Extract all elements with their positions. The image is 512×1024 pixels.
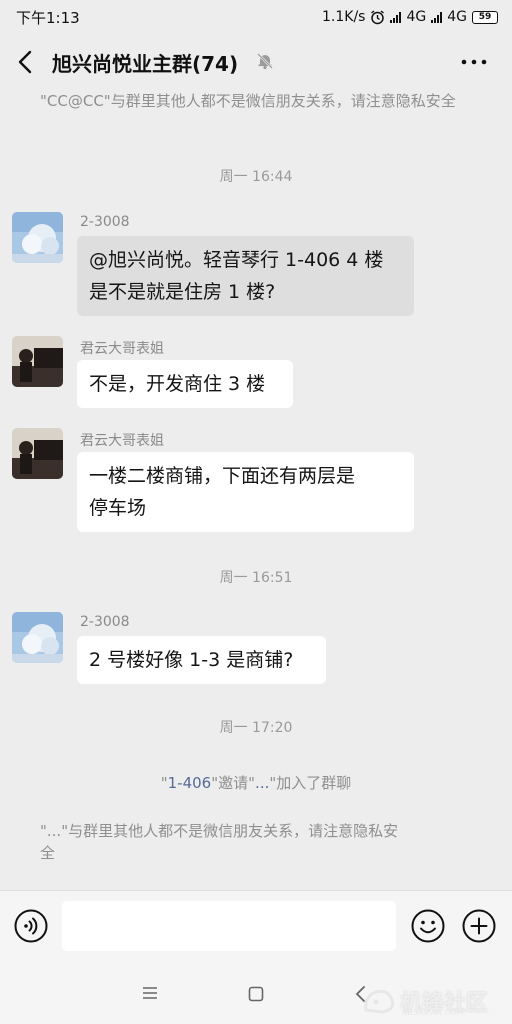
battery-icon: 59 <box>472 10 498 24</box>
network-type-1: 4G <box>406 9 427 25</box>
privacy-notice-line: 全 <box>40 844 56 862</box>
network-type-2: 4G <box>447 9 467 25</box>
privacy-notice-top: "CC@CC"与群里其他人都不是微信朋友关系，请注意隐私安全 <box>40 92 456 110</box>
message-line: 停车场 <box>89 497 147 519</box>
timestamp: 周一 16:51 <box>219 570 293 586</box>
timestamp: 周一 16:44 <box>219 169 293 185</box>
privacy-notice-bottom: "..."与群里其他人都不是微信朋友关系，请注意隐私安 全 <box>40 820 480 864</box>
message-bubble[interactable]: 一楼二楼商铺，下面还有两层是 停车场 <box>77 452 414 532</box>
watermark-sub: BBS.GFAN.COM <box>402 1008 464 1017</box>
message-bubble[interactable]: @旭兴尚悦。轻音琴行 1-406 4 楼 是不是就是住房 1 楼? <box>77 236 414 316</box>
status-time: 下午1:13 <box>16 8 80 27</box>
avatar[interactable] <box>12 212 63 263</box>
sender-name: 君云大哥表姐 <box>80 341 164 357</box>
message-line: 是不是就是住房 1 楼? <box>89 281 276 303</box>
message-list[interactable]: "CC@CC"与群里其他人都不是微信朋友关系，请注意隐私安全 周一 16:44 … <box>0 90 512 890</box>
message-bubble[interactable]: 不是，开发商住 3 楼 <box>77 360 293 408</box>
status-bar: 下午1:13 1.1K/s 4G 4G 59 <box>0 0 512 34</box>
avatar[interactable] <box>12 428 63 479</box>
nav-home-icon[interactable] <box>248 986 264 1002</box>
join-quote: " <box>160 774 168 792</box>
input-bar <box>0 890 512 960</box>
sender-name: 2-3008 <box>80 214 130 230</box>
emoji-icon[interactable] <box>411 909 445 943</box>
status-indicators: 1.1K/s 4G 4G 59 <box>322 9 498 25</box>
inviter-name[interactable]: ... <box>255 774 269 792</box>
avatar[interactable] <box>12 612 63 663</box>
message-line: 不是，开发商住 3 楼 <box>89 373 266 395</box>
back-icon[interactable] <box>14 48 38 76</box>
signal-icon <box>390 11 402 23</box>
network-speed: 1.1K/s <box>322 9 366 25</box>
more-icon[interactable] <box>458 52 490 72</box>
sender-name: 2-3008 <box>80 614 130 630</box>
message-input[interactable] <box>62 901 396 951</box>
join-notice: "1-406"邀请"..."加入了群聊 <box>0 772 512 793</box>
voice-icon[interactable] <box>14 909 48 943</box>
invitee-name[interactable]: 1-406 <box>168 774 212 792</box>
mute-icon <box>257 53 273 70</box>
hd-icon <box>431 11 443 23</box>
message-line: 一楼二楼商铺，下面还有两层是 <box>89 465 356 487</box>
watermark: 机锋社区 BBS.GFAN.COM <box>362 982 508 1020</box>
sender-name: 君云大哥表姐 <box>80 433 164 449</box>
join-invite-text: "邀请" <box>211 774 256 792</box>
timestamp: 周一 17:20 <box>219 720 293 736</box>
chat-header: 旭兴尚悦业主群(74) <box>0 34 512 90</box>
message-bubble[interactable]: 2 号楼好像 1-3 是商铺? <box>77 636 326 684</box>
chat-title: 旭兴尚悦业主群(74) <box>52 52 239 76</box>
plus-icon[interactable] <box>462 909 496 943</box>
avatar[interactable] <box>12 336 63 387</box>
message-line: @旭兴尚悦。轻音琴行 1-406 4 楼 <box>89 249 384 271</box>
alarm-icon <box>371 9 385 24</box>
nav-menu-icon[interactable] <box>142 986 158 1000</box>
privacy-notice-line: "..."与群里其他人都不是微信朋友关系，请注意隐私安 <box>40 822 399 840</box>
join-rest-text: "加入了群聊 <box>269 774 352 792</box>
message-line: 2 号楼好像 1-3 是商铺? <box>89 649 294 671</box>
watermark-logo-icon <box>364 989 394 1014</box>
